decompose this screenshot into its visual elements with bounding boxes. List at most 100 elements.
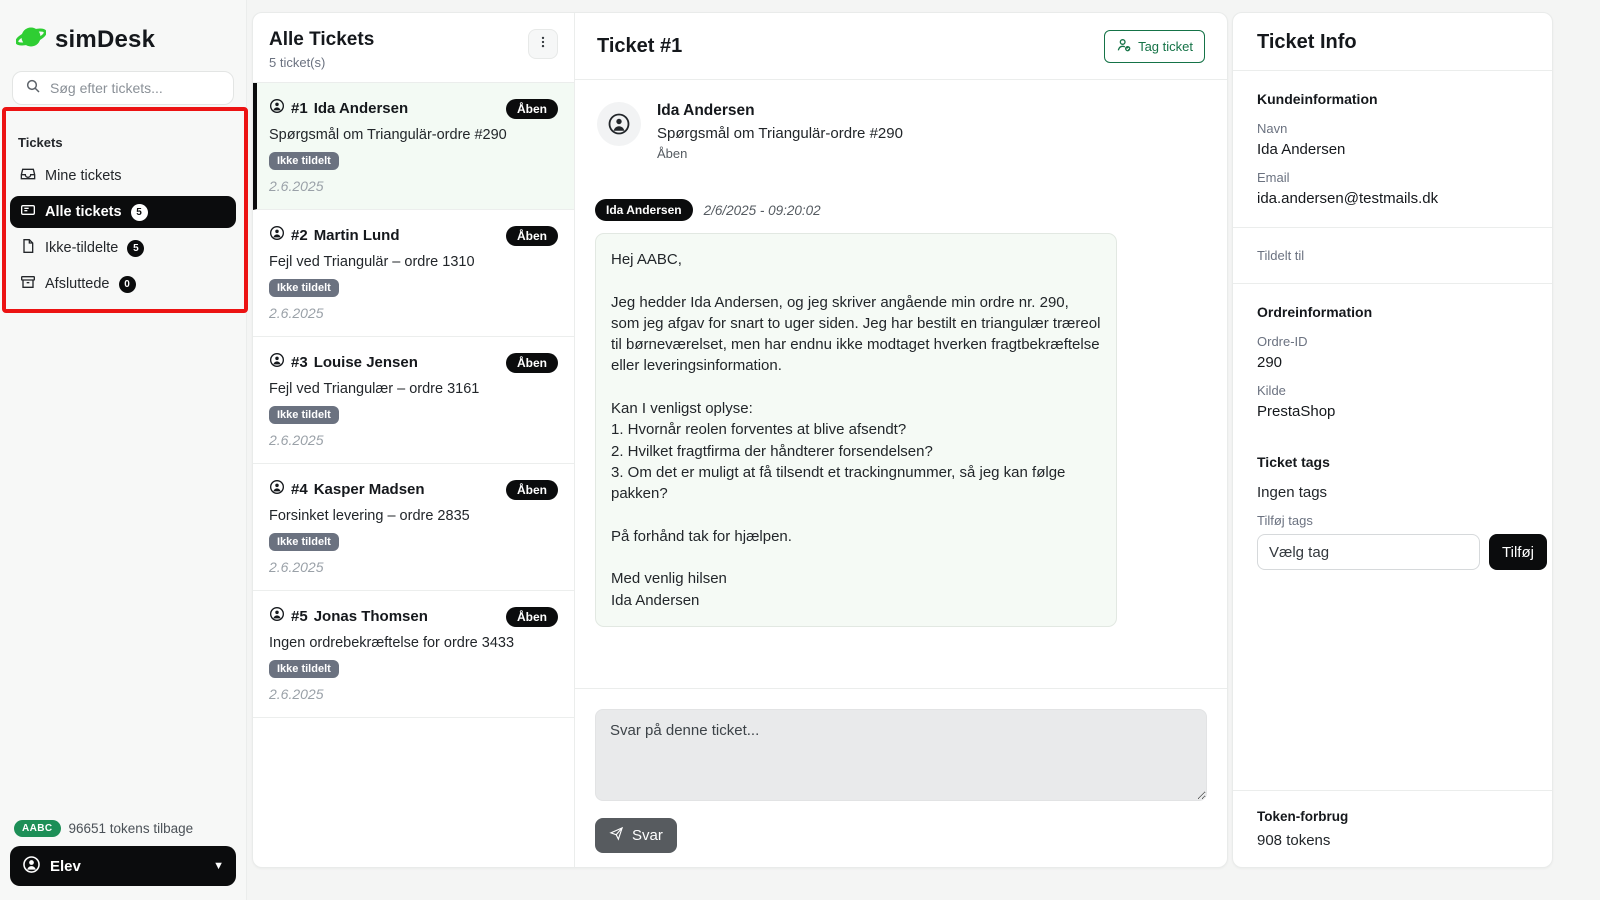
ticket-list-item-2[interactable]: #2 Martin Lund Åben Fejl ved Triangulär … — [253, 210, 574, 337]
ticket-title: Ticket #1 — [597, 35, 682, 58]
ticket-subject: Fejl ved Triangulär – ordre 1310 — [269, 254, 558, 270]
search-input[interactable] — [50, 80, 221, 96]
assignment-badge: Ikke tildelt — [269, 660, 339, 678]
status-badge: Åben — [506, 226, 558, 246]
assignment-badge: Ikke tildelt — [269, 279, 339, 297]
kebab-menu-icon — [536, 35, 550, 54]
message-author-badge: Ida Andersen — [595, 199, 693, 221]
reply-textarea[interactable] — [595, 709, 1207, 801]
sidebar-item-label: Afsluttede — [45, 276, 110, 292]
status-badge: Åben — [506, 607, 558, 627]
ikke-tildelte-count-badge: 5 — [127, 240, 144, 257]
assigned-section: Tildelt til — [1233, 228, 1552, 284]
status-badge: Åben — [506, 99, 558, 119]
take-ticket-label: Tag ticket — [1138, 39, 1193, 54]
assignment-badge: Ikke tildelt — [269, 533, 339, 551]
ticket-list-item-5[interactable]: #5 Jonas Thomsen Åben Ingen ordrebekræft… — [253, 591, 574, 718]
ticket-customer: Jonas Thomsen — [314, 608, 428, 625]
person-circle-icon — [22, 855, 41, 878]
ticket-customer: Martin Lund — [314, 227, 400, 244]
sidebar-nav: Mine tickets Alle tickets 5 Ikke-tildelt… — [10, 160, 236, 300]
ticket-list-item-1[interactable]: #1 Ida Andersen Åben Spørgsmål om Triang… — [253, 83, 574, 210]
tags-empty-text: Ingen tags — [1257, 484, 1528, 501]
ticket-count: 5 ticket(s) — [269, 55, 374, 70]
sidebar-item-mine-tickets[interactable]: Mine tickets — [10, 160, 236, 192]
person-icon — [269, 606, 285, 627]
list-options-button[interactable] — [528, 29, 558, 59]
reply-button[interactable]: Svar — [595, 818, 677, 853]
sidebar-item-label: Alle tickets — [45, 204, 122, 220]
conversation-header: Ticket #1 Tag ticket — [575, 13, 1227, 80]
ticket-id: #5 — [291, 608, 308, 625]
sidebar-item-label: Mine tickets — [45, 168, 122, 184]
add-tag-button[interactable]: Tilføj — [1489, 534, 1547, 570]
customer-summary: Ida Andersen Spørgsmål om Triangulär-ord… — [595, 102, 1207, 161]
assignment-badge: Ikke tildelt — [269, 406, 339, 424]
person-check-icon — [1116, 37, 1132, 56]
ticket-info-title: Ticket Info — [1257, 31, 1528, 54]
tickets-section-title: Tickets — [10, 131, 236, 160]
order-id-label: Ordre-ID — [1257, 334, 1528, 349]
name-value: Ida Andersen — [1257, 141, 1528, 158]
sidebar-item-label: Ikke-tildelte — [45, 240, 118, 256]
ticket-date: 2.6.2025 — [269, 305, 558, 321]
ticket-id: #1 — [291, 100, 308, 117]
email-value: ida.andersen@testmails.dk — [1257, 190, 1528, 207]
status-badge: Åben — [506, 480, 558, 500]
take-ticket-button[interactable]: Tag ticket — [1104, 30, 1205, 63]
ticket-search[interactable] — [12, 71, 234, 105]
sidebar-item-afsluttede[interactable]: Afsluttede 0 — [10, 268, 236, 300]
ticket-date: 2.6.2025 — [269, 559, 558, 575]
reply-section: Svar — [575, 688, 1227, 867]
ticket-subject: Ingen ordrebekræftelse for ordre 3433 — [269, 635, 558, 651]
sidebar-item-alle-tickets[interactable]: Alle tickets 5 — [10, 196, 236, 228]
ticket-id: #3 — [291, 354, 308, 371]
ticket-subject: Forsinket levering – ordre 2835 — [269, 508, 558, 524]
person-icon — [269, 225, 285, 246]
status-badge: Åben — [506, 353, 558, 373]
person-icon — [269, 352, 285, 373]
ticket-customer: Ida Andersen — [314, 100, 408, 117]
tags-heading: Ticket tags — [1257, 454, 1528, 470]
avatar — [597, 102, 641, 146]
planet-logo-icon — [16, 22, 46, 57]
tokens-remaining-text: 96651 tokens tilbage — [69, 821, 194, 836]
token-usage-section: Token-forbrug 908 tokens — [1233, 790, 1552, 867]
team-badge: AABC — [14, 820, 61, 837]
brand-name: simDesk — [55, 26, 155, 54]
token-usage-value: 908 tokens — [1257, 832, 1528, 849]
chevron-down-icon: ▼ — [213, 860, 224, 872]
afsluttede-count-badge: 0 — [119, 276, 136, 293]
source-value: PrestaShop — [1257, 403, 1528, 420]
ticket-subject: Fejl ved Triangulær – ordre 3161 — [269, 381, 558, 397]
ticket-date: 2.6.2025 — [269, 178, 558, 194]
sidebar-item-ikke-tildelte[interactable]: Ikke-tildelte 5 — [10, 232, 236, 264]
customer-name: Ida Andersen — [657, 102, 903, 120]
conversation-panel: Ticket #1 Tag ticket Ida An — [575, 13, 1227, 867]
send-icon — [609, 826, 624, 845]
ticket-id: #4 — [291, 481, 308, 498]
tag-select-input[interactable] — [1257, 534, 1480, 570]
document-icon — [20, 238, 36, 258]
assigned-label: Tildelt til — [1257, 248, 1528, 263]
conversation-body: Ida Andersen Spørgsmål om Triangulär-ord… — [575, 80, 1227, 688]
ticket-icon — [20, 202, 36, 222]
ticket-list-item-3[interactable]: #3 Louise Jensen Åben Fejl ved Triangulæ… — [253, 337, 574, 464]
customer-info-heading: Kundeinformation — [1257, 91, 1528, 107]
ticket-id: #2 — [291, 227, 308, 244]
message-body: Hej AABC, Jeg hedder Ida Andersen, og je… — [595, 233, 1117, 627]
user-menu-button[interactable]: Elev ▼ — [10, 846, 236, 886]
order-id-value: 290 — [1257, 354, 1528, 371]
person-icon — [269, 479, 285, 500]
search-icon — [25, 78, 41, 99]
person-icon — [269, 98, 285, 119]
ticket-date: 2.6.2025 — [269, 686, 558, 702]
ticket-list-header: Alle Tickets 5 ticket(s) — [253, 13, 574, 83]
ticket-date: 2.6.2025 — [269, 432, 558, 448]
assignment-badge: Ikke tildelt — [269, 152, 339, 170]
ticket-customer: Kasper Madsen — [314, 481, 425, 498]
alle-tickets-count-badge: 5 — [131, 204, 148, 221]
order-info-section: Ordreinformation Ordre-ID 290 Kilde Pres… — [1233, 284, 1552, 420]
brand-logo-row: simDesk — [10, 16, 236, 71]
ticket-list-item-4[interactable]: #4 Kasper Madsen Åben Forsinket levering… — [253, 464, 574, 591]
